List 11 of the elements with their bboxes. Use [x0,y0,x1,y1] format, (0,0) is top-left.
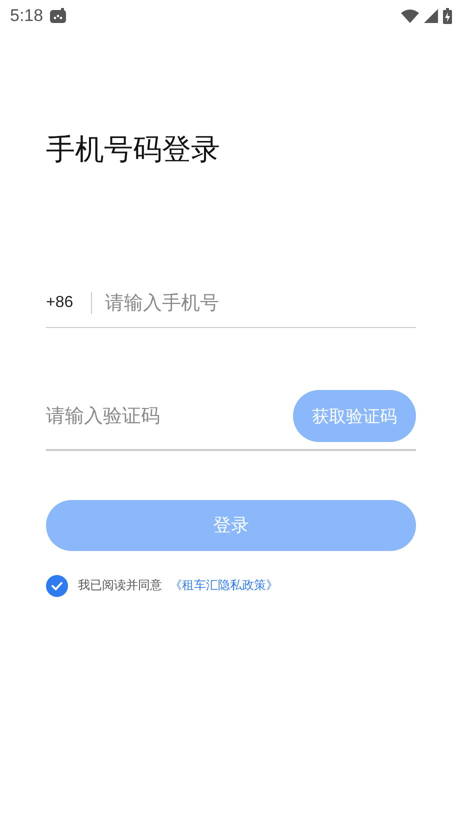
status-time: 5:18 [10,6,44,26]
agreement-text: 我已阅读并同意 [78,577,162,594]
agree-checkbox[interactable] [46,574,68,596]
phone-field[interactable]: +86 请输入手机号 [46,278,416,328]
notification-icon [48,8,68,24]
wifi-icon [401,9,419,23]
signal-icon [424,9,438,23]
country-code[interactable]: +86 [46,294,92,312]
page-title: 手机号码登录 [46,131,221,168]
battery-icon [443,8,452,24]
privacy-policy-link[interactable]: 《租车汇隐私政策》 [170,577,278,594]
